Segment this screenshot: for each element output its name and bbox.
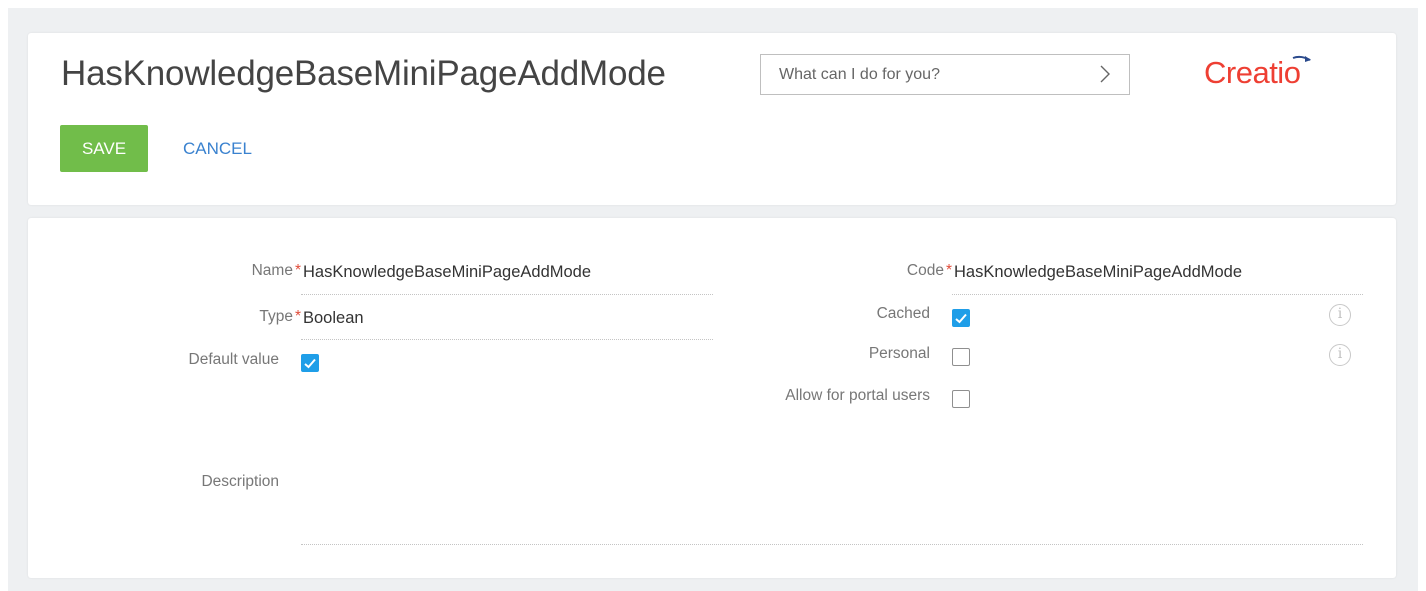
type-field[interactable]: Boolean (303, 309, 364, 328)
required-mark: * (294, 262, 301, 279)
save-button[interactable]: SAVE (60, 125, 148, 172)
creatio-logo: Creatio (1204, 55, 1301, 90)
info-icon[interactable]: i (1329, 344, 1351, 366)
cached-label: Cached (876, 305, 930, 322)
page-title: HasKnowledgeBaseMiniPageAddMode (61, 54, 666, 93)
form-panel: Name * HasKnowledgeBaseMiniPageAddMode Ty… (28, 218, 1396, 578)
header-panel: HasKnowledgeBaseMiniPageAddMode Creatio … (28, 33, 1396, 205)
code-field[interactable]: HasKnowledgeBaseMiniPageAddMode (954, 263, 1242, 282)
info-icon[interactable]: i (1329, 304, 1351, 326)
personal-label: Personal (868, 345, 930, 362)
cached-checkbox[interactable] (952, 309, 970, 327)
allow-portal-users-label: Allow for portal users (785, 387, 930, 404)
chevron-right-icon[interactable] (1095, 64, 1115, 84)
default-value-checkbox[interactable] (301, 354, 319, 372)
required-mark: * (294, 308, 301, 325)
name-label: Name * (251, 262, 301, 279)
description-field-underline (301, 544, 1363, 545)
description-label: Description (201, 473, 279, 490)
required-mark: * (945, 262, 952, 279)
code-label: Code * (906, 262, 952, 279)
type-label: Type * (259, 308, 301, 325)
default-value-label: Default value (188, 351, 279, 368)
code-field-underline (952, 294, 1363, 295)
name-field[interactable]: HasKnowledgeBaseMiniPageAddMode (303, 263, 591, 282)
type-field-underline (301, 339, 713, 340)
command-search-input[interactable] (761, 55, 1081, 94)
cancel-button[interactable]: CANCEL (171, 125, 271, 172)
logo-arrow-icon (1292, 53, 1312, 71)
command-search-box[interactable] (760, 54, 1130, 95)
name-field-underline (301, 294, 713, 295)
allow-portal-users-checkbox[interactable] (952, 390, 970, 408)
personal-checkbox[interactable] (952, 348, 970, 366)
